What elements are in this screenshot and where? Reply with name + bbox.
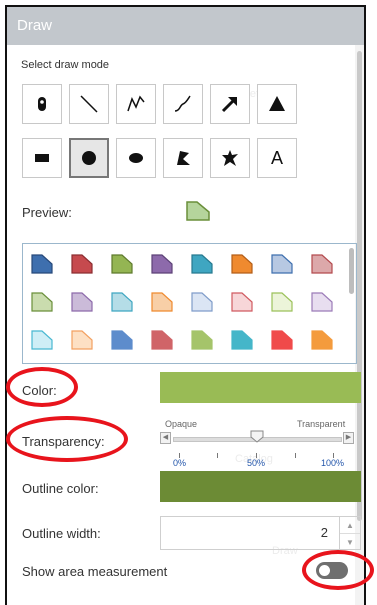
transparent-label: Transparent <box>297 419 346 429</box>
palette-swatch[interactable] <box>271 292 293 312</box>
line-mode-button[interactable] <box>69 84 109 124</box>
rectangle-mode-button[interactable] <box>22 138 62 178</box>
palette-swatch[interactable] <box>191 330 213 350</box>
outline-width-value: 2 <box>320 525 328 540</box>
panel-scrollbar-thumb[interactable] <box>357 51 362 521</box>
ellipse-icon <box>129 153 143 163</box>
freehand-polygon-mode-button[interactable] <box>210 138 250 178</box>
outline-color-picker[interactable] <box>160 471 361 502</box>
spinner-up-icon[interactable]: ▲ <box>340 517 360 534</box>
polyline-icon <box>127 95 145 112</box>
slider-decrement-button[interactable]: ◀ <box>160 432 171 444</box>
palette-swatch[interactable] <box>151 292 173 312</box>
ellipse-mode-button[interactable] <box>116 138 156 178</box>
palette-swatch[interactable] <box>271 254 293 274</box>
palette-swatch[interactable] <box>111 292 133 312</box>
freehand-line-icon <box>174 95 191 112</box>
palette-swatch[interactable] <box>31 292 53 312</box>
palette-swatch[interactable] <box>31 330 53 350</box>
text-mode-button[interactable]: A <box>257 138 297 178</box>
polyline-mode-button[interactable] <box>116 84 156 124</box>
palette-swatch[interactable] <box>231 292 253 312</box>
slider-increment-button[interactable]: ▶ <box>343 432 354 444</box>
freehand-polygon-icon <box>222 150 238 166</box>
line-icon <box>80 95 98 113</box>
rectangle-icon <box>35 154 49 162</box>
symbol-palette <box>22 243 357 364</box>
triangle-mode-button[interactable] <box>257 84 297 124</box>
slider-tick <box>295 453 296 458</box>
draw-panel: Draw Select draw mode Gadget Catalog Dra… <box>5 5 366 605</box>
palette-swatch[interactable] <box>311 330 333 350</box>
highlight-circle <box>302 550 374 590</box>
slider-tick <box>217 453 218 458</box>
palette-swatch[interactable] <box>151 330 173 350</box>
palette-swatch[interactable] <box>71 254 93 274</box>
arrow-icon <box>221 97 237 113</box>
transparency-slider-handle[interactable] <box>250 430 264 443</box>
spinner-down-icon[interactable]: ▼ <box>340 534 360 550</box>
opaque-label: Opaque <box>165 419 198 429</box>
arrow-mode-button[interactable] <box>210 84 250 124</box>
highlight-circle <box>6 367 78 407</box>
polygon-icon <box>177 151 190 165</box>
palette-scrollbar-thumb[interactable] <box>349 248 354 294</box>
point-mode-button[interactable] <box>22 84 62 124</box>
preview-label: Preview: <box>22 205 72 220</box>
slider-tick-label: 100% <box>321 458 345 468</box>
palette-swatch[interactable] <box>311 254 333 274</box>
slider-tick-label: 0% <box>173 458 187 468</box>
outline-width-label: Outline width: <box>22 526 101 541</box>
circle-mode-button[interactable] <box>69 138 109 178</box>
triangle-icon <box>269 96 285 111</box>
area-measurement-label: Show area measurement <box>22 564 168 579</box>
palette-swatch[interactable] <box>111 330 133 350</box>
palette-swatch[interactable] <box>191 254 213 274</box>
panel-title: Draw <box>7 7 364 45</box>
palette-swatch[interactable] <box>231 254 253 274</box>
polygon-mode-button[interactable] <box>163 138 203 178</box>
palette-swatch[interactable] <box>71 292 93 312</box>
palette-swatch[interactable] <box>31 254 53 274</box>
outline-color-label: Outline color: <box>22 481 99 496</box>
outline-width-input[interactable]: 2 ▲ ▼ <box>160 516 361 550</box>
palette-swatch[interactable] <box>111 254 133 274</box>
palette-swatch[interactable] <box>271 330 293 350</box>
freehand-line-mode-button[interactable] <box>163 84 203 124</box>
select-draw-mode-label: Select draw mode <box>21 59 110 71</box>
circle-icon <box>82 151 96 165</box>
palette-swatch[interactable] <box>311 292 333 312</box>
palette-swatch[interactable] <box>151 254 173 274</box>
palette-swatch[interactable] <box>231 330 253 350</box>
highlight-circle <box>6 416 128 462</box>
palette-swatch[interactable] <box>71 330 93 350</box>
preview-symbol <box>186 201 210 221</box>
palette-swatch[interactable] <box>191 292 213 312</box>
slider-tick-label: 50% <box>247 458 266 468</box>
text-icon: A <box>270 147 283 168</box>
point-icon <box>38 97 46 111</box>
outline-width-spinner[interactable]: ▲ ▼ <box>339 517 360 549</box>
color-picker[interactable] <box>160 372 361 403</box>
